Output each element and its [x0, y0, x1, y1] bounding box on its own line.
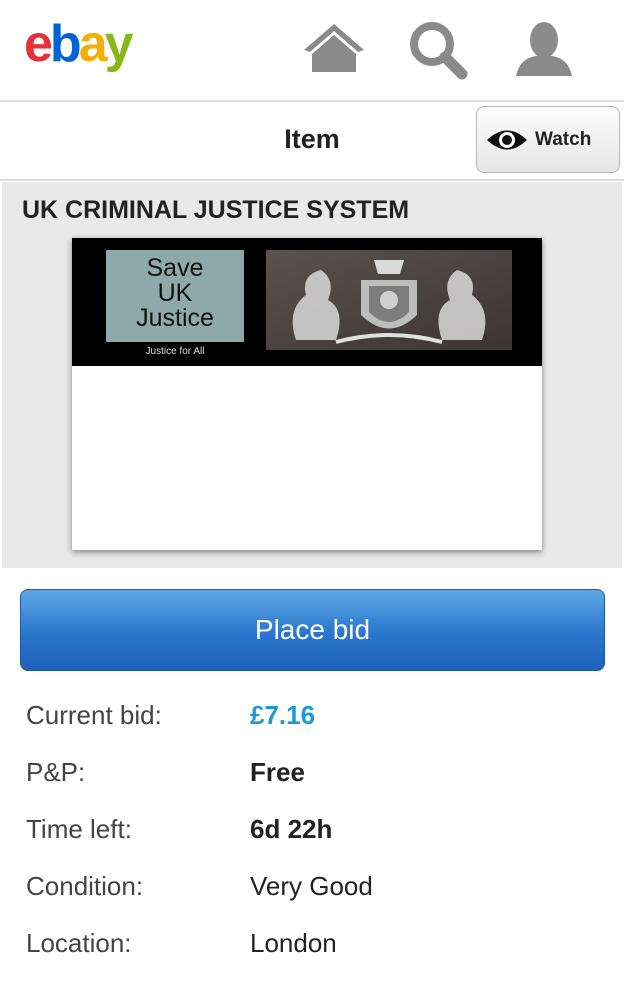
- location-value: London: [250, 928, 337, 958]
- postage-value: Free: [250, 757, 305, 787]
- image-line-2: UK: [157, 279, 193, 307]
- time-left-value: 6d 22h: [250, 814, 333, 844]
- logo-letter-e: e: [24, 15, 53, 73]
- image-line-3: Justice: [136, 304, 214, 332]
- image-line-1: Save: [146, 254, 204, 282]
- detail-label: Time left:: [26, 814, 132, 844]
- place-bid-button[interactable]: Place bid: [20, 589, 605, 671]
- image-subtitle: Justice for All: [145, 346, 205, 357]
- save-uk-justice-box: Save UK Justice: [106, 250, 244, 342]
- detail-label: P&P:: [26, 757, 86, 787]
- listing-title: UK CRIMINAL JUSTICE SYSTEM: [22, 196, 410, 224]
- photo-banner: Save UK Justice Justice for All: [72, 238, 542, 366]
- detail-row-condition: Condition: Very Good: [26, 871, 606, 928]
- item-details: Current bid: £7.16 P&P: Free Time left: …: [26, 700, 606, 985]
- ebay-logo[interactable]: ebay: [24, 15, 134, 73]
- detail-label: Current bid:: [26, 700, 162, 730]
- watch-label: Watch: [535, 128, 592, 150]
- detail-row-time-left: Time left: 6d 22h: [26, 814, 606, 871]
- detail-row-location: Location: London: [26, 928, 606, 985]
- logo-letter-b: b: [49, 15, 82, 73]
- condition-value: Very Good: [250, 871, 373, 901]
- watch-button[interactable]: Watch: [476, 106, 620, 173]
- logo-letter-y: y: [104, 15, 134, 73]
- logo-letter-a: a: [78, 15, 108, 73]
- itembar-divider: [0, 179, 624, 181]
- detail-row-current-bid: Current bid: £7.16: [26, 700, 606, 757]
- royal-coat-of-arms-image: [266, 250, 512, 350]
- detail-row-postage: P&P: Free: [26, 757, 606, 814]
- item-header: Item Watch: [0, 102, 624, 180]
- detail-label: Condition:: [26, 871, 144, 901]
- detail-label: Location:: [26, 928, 132, 958]
- top-bar: ebay: [0, 0, 624, 100]
- user-icon[interactable]: [512, 18, 576, 82]
- search-icon[interactable]: [406, 18, 470, 82]
- listing-panel: UK CRIMINAL JUSTICE SYSTEM Save UK Justi…: [2, 182, 622, 568]
- eye-icon: [487, 130, 527, 149]
- current-bid-value: £7.16: [250, 700, 316, 730]
- item-photo[interactable]: Save UK Justice Justice for All: [72, 238, 542, 550]
- home-icon[interactable]: [302, 18, 366, 82]
